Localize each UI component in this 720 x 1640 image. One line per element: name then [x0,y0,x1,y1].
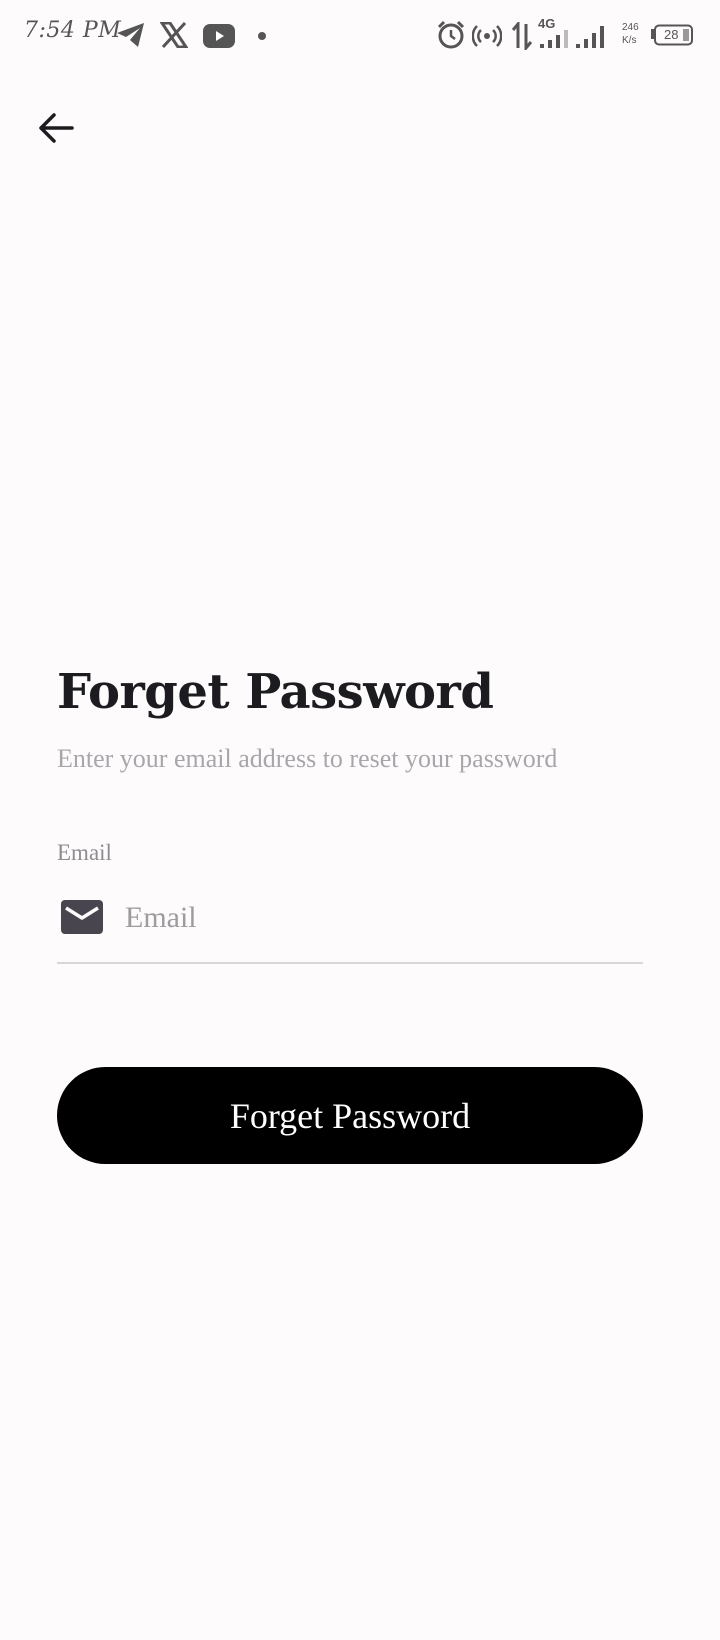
email-input[interactable] [125,892,625,944]
alarm-icon [437,20,465,49]
battery-icon: 28 [650,24,694,46]
forget-password-button[interactable]: Forget Password [57,1067,643,1164]
telegram-icon [117,23,144,47]
page-subtitle: Enter your email address to reset your p… [57,744,558,773]
dot-icon [258,32,266,40]
network-speed-value: 246 [622,22,639,33]
youtube-icon [203,24,235,48]
email-field[interactable] [57,888,643,964]
mail-icon [61,900,103,934]
email-label: Email [57,840,112,865]
back-button[interactable] [32,104,80,152]
status-bar: 7:54 PM 4G 246 K/s 28 [0,0,720,74]
network-type: 4G [538,16,556,31]
page-title: Forget Password [57,664,494,720]
battery-level: 28 [664,27,679,42]
status-time: 7:54 PM [24,18,122,43]
network-speed-unit: K/s [622,35,637,46]
x-icon [160,22,188,48]
signal-icon [540,30,568,48]
data-arrows-icon [512,22,532,50]
arrow-left-icon [39,113,74,143]
signal-icon [576,26,604,48]
hotspot-icon [472,25,502,47]
